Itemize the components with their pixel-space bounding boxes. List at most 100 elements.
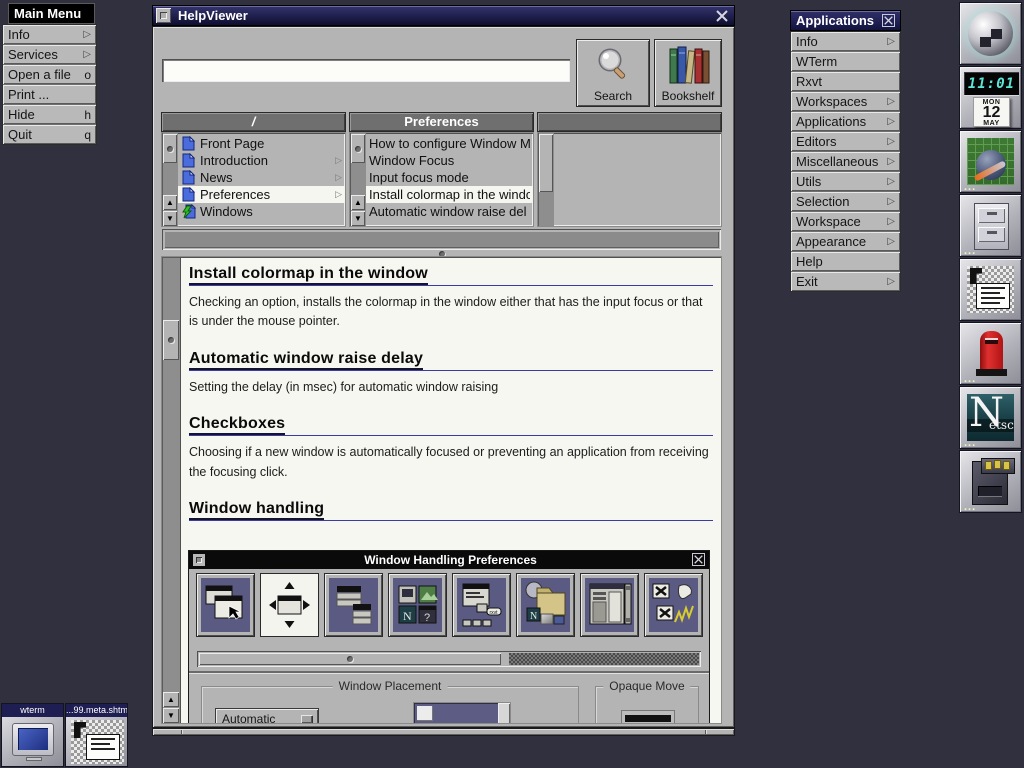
scroll-up-button[interactable]: ▲ — [163, 195, 177, 210]
menu-item-quit[interactable]: Quit q — [3, 125, 96, 144]
menu-item-miscellaneous[interactable]: Miscellaneous▷ — [791, 152, 900, 171]
list-item-window-focus[interactable]: Window Focus — [366, 152, 533, 169]
scroll-up-button[interactable]: ▲ — [163, 692, 179, 707]
dock-tile-wprefs[interactable]: ... — [959, 130, 1022, 193]
menu-item-exit[interactable]: Exit▷ — [791, 272, 900, 291]
search-input[interactable] — [162, 59, 570, 82]
scroll-up-button[interactable]: ▲ — [351, 195, 365, 210]
resize-bar[interactable] — [152, 728, 735, 736]
window-focus-icon — [201, 578, 250, 632]
postbox-base — [976, 369, 1007, 376]
column-scrollbar[interactable] — [538, 133, 554, 226]
dock-tile-windowmaker[interactable] — [959, 2, 1022, 65]
scrollbar-knob[interactable] — [539, 134, 553, 192]
list-item-how-to-configure[interactable]: How to configure Window M — [366, 135, 533, 152]
bookshelf-icon — [666, 40, 710, 89]
scrollbar-knob[interactable] — [164, 231, 719, 248]
browser-content-splitter[interactable] — [162, 250, 721, 257]
menu-item-appearance[interactable]: Appearance▷ — [791, 232, 900, 251]
submenu-arrow-icon: ▷ — [83, 49, 91, 60]
resize-grip-left[interactable] — [181, 730, 182, 734]
heading-rule — [189, 520, 713, 521]
submenu-arrow-icon: ▷ — [335, 172, 342, 183]
menu-item-selection[interactable]: Selection▷ — [791, 192, 900, 211]
help-section: Checkboxes Choosing if a new window is a… — [189, 415, 713, 482]
submenu-arrow-icon: ▷ — [887, 216, 895, 227]
monitor-base — [26, 757, 42, 761]
submenu-arrow-icon: ▷ — [887, 196, 895, 207]
search-button[interactable]: Search — [577, 40, 649, 106]
miniaturize-button[interactable] — [156, 8, 171, 23]
appicon-meta-shtml[interactable]: ...99.meta.shtml — [65, 703, 128, 767]
menu-item-hide[interactable]: Hide h — [3, 105, 96, 124]
menu-item-help[interactable]: Help — [791, 252, 900, 271]
list-item-install-colormap-selected[interactable]: Install colormap in the windo — [366, 186, 533, 203]
svg-text:rxvt: rxvt — [490, 610, 499, 616]
dock-tile-mail[interactable]: ... — [959, 322, 1022, 385]
digital-clock: 11:01 — [964, 72, 1019, 95]
dock: 11:01 MON 12 MAY ... ... — [959, 2, 1023, 514]
content-scrollbar[interactable]: ▲ ▼ — [162, 257, 180, 723]
dock-tile-file-cabinet[interactable]: ... — [959, 194, 1022, 257]
dock-tile-editor[interactable] — [959, 258, 1022, 321]
browser-column-root: ▲ ▼ Front Page Introduction — [162, 133, 345, 226]
list-item-preferences-selected[interactable]: Preferences ▷ — [178, 186, 345, 203]
applications-menu-titlebar[interactable]: Applications — [790, 10, 901, 31]
menu-item-rxvt[interactable]: Rxvt — [791, 72, 900, 91]
scroll-down-button[interactable]: ▼ — [163, 708, 179, 723]
column-scrollbar[interactable]: ▲ ▼ — [162, 133, 178, 226]
menu-item-open-a-file[interactable]: Open a file o — [3, 65, 96, 84]
bookshelf-button[interactable]: Bookshelf — [655, 40, 721, 106]
miniaturize-icon — [193, 554, 205, 566]
scrollbar-knob[interactable] — [163, 134, 177, 163]
list-item-automatic-raise[interactable]: Automatic window raise del — [366, 203, 533, 220]
column-scrollbar[interactable]: ▲ ▼ — [350, 133, 366, 226]
submenu-arrow-icon: ▷ — [887, 176, 895, 187]
list-item-input-focus-mode[interactable]: Input focus mode — [366, 169, 533, 186]
menu-item-info[interactable]: Info▷ — [791, 32, 900, 51]
menu-item-wterm[interactable]: WTerm — [791, 52, 900, 71]
dock-tile-archive[interactable]: ... — [959, 450, 1022, 513]
list-item-windows[interactable]: Windows — [178, 203, 345, 220]
submenu-arrow-icon: ▷ — [887, 36, 895, 47]
svg-text:?: ? — [424, 612, 430, 624]
list-item-front-page[interactable]: Front Page — [178, 135, 345, 152]
submenu-arrow-icon: ▷ — [335, 155, 342, 166]
main-menu-titlebar[interactable]: Main Menu — [8, 3, 95, 24]
submenu-arrow-icon: ▷ — [887, 136, 895, 147]
dock-tile-netscape[interactable]: N etscape ... — [959, 386, 1022, 449]
close-button[interactable] — [715, 9, 729, 23]
browser-horizontal-scrollbar[interactable] — [162, 229, 721, 250]
helpviewer-titlebar[interactable]: HelpViewer — [152, 5, 735, 26]
submenu-arrow-icon: ▷ — [887, 236, 895, 247]
menu-item-workspace[interactable]: Workspace▷ — [791, 212, 900, 231]
section-heading: Install colormap in the window — [189, 265, 713, 283]
menu-item-workspaces[interactable]: Workspaces▷ — [791, 92, 900, 111]
dock-tile-clock[interactable]: 11:01 MON 12 MAY — [959, 66, 1022, 129]
menu-item-info[interactable]: Info ▷ — [3, 25, 96, 44]
menu-item-applications[interactable]: Applications▷ — [791, 112, 900, 131]
heading-rule — [189, 370, 713, 371]
scroll-down-icon: ▼ — [166, 214, 174, 223]
help-section: Window handling — [189, 500, 713, 521]
scroll-down-button[interactable]: ▼ — [351, 211, 365, 226]
resize-grip-right[interactable] — [705, 730, 706, 734]
applications-menu-title: Applications — [796, 10, 874, 31]
scrollbar-knob[interactable] — [163, 320, 179, 360]
list-item-news[interactable]: News ▷ — [178, 169, 345, 186]
menu-item-print[interactable]: Print ... — [3, 85, 96, 104]
menu-close-button[interactable] — [882, 14, 895, 27]
menu-item-editors[interactable]: Editors▷ — [791, 132, 900, 151]
wprefs-tool-appearance: rxvt — [453, 574, 510, 636]
embedded-wprefs-screenshot: Window Handling Preferences — [189, 551, 709, 723]
content-area: ▲ ▼ Install colormap in the window Check… — [162, 257, 721, 723]
scroll-down-icon: ▼ — [354, 214, 362, 223]
menu-item-services[interactable]: Services ▷ — [3, 45, 96, 64]
menu-item-utils[interactable]: Utils▷ — [791, 172, 900, 191]
scrollbar-knob[interactable] — [351, 134, 365, 163]
shortcut-key: q — [84, 128, 91, 142]
window-title: HelpViewer — [178, 8, 248, 23]
list-item-introduction[interactable]: Introduction ▷ — [178, 152, 345, 169]
appicon-wterm[interactable]: wterm — [1, 703, 64, 767]
scroll-down-button[interactable]: ▼ — [163, 211, 177, 226]
